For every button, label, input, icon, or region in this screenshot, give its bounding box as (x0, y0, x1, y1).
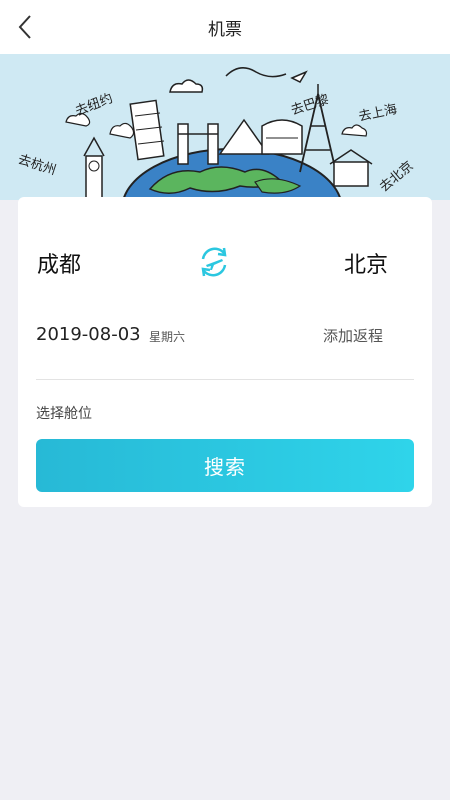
page-title: 机票 (208, 20, 242, 40)
arrival-city[interactable]: 北京 (344, 247, 388, 279)
travel-banner: 去纽约 去杭州 去巴黎 去上海 去北京 (0, 54, 450, 200)
divider (36, 379, 414, 380)
departure-city[interactable]: 成都 (37, 247, 81, 279)
search-button[interactable]: 搜索 (36, 439, 414, 492)
cabin-class-select[interactable]: 选择舱位 (36, 403, 92, 423)
top-navbar: 机票 (0, 0, 450, 54)
flight-search-card: 成都 北京 2019-08-03 星期六 添加返程 选择舱位 搜索 (18, 197, 432, 507)
swap-cities-button[interactable] (194, 242, 234, 282)
departure-date[interactable]: 2019-08-03 (36, 324, 141, 345)
departure-weekday: 星期六 (149, 330, 186, 344)
add-return-link[interactable]: 添加返程 (323, 325, 383, 346)
swap-plane-icon (201, 247, 227, 277)
